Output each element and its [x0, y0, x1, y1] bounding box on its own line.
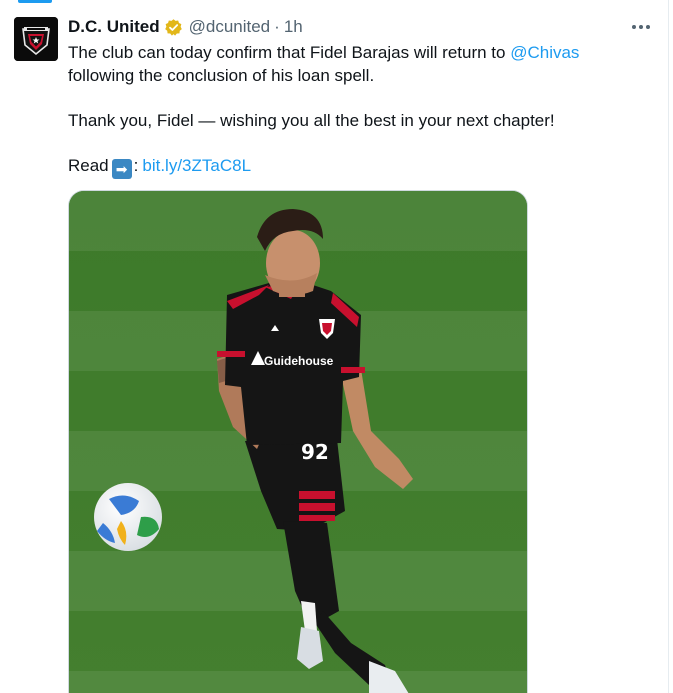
read-label: Read	[68, 156, 109, 175]
active-tab-indicator	[18, 0, 52, 3]
tweet-text-line: Thank you, Fidel — wishing you all the b…	[68, 111, 555, 130]
right-arrow-emoji-icon: ➡	[111, 159, 132, 179]
player-photo: Guidehouse 92	[69, 191, 527, 693]
jersey-number: 92	[301, 440, 329, 464]
user-handle[interactable]: @dcunited	[189, 17, 271, 37]
tweet-text-line: following the conclusion of his loan spe…	[68, 66, 375, 85]
sponsor-text: Guidehouse	[264, 354, 334, 368]
short-link[interactable]: bit.ly/3ZTaC8L	[142, 156, 251, 175]
soccer-ball-icon	[94, 483, 162, 551]
display-name[interactable]: D.C. United	[68, 17, 160, 37]
tweet-read-line: Read ➡: bit.ly/3ZTaC8L	[68, 154, 251, 179]
separator-dot: ·	[274, 17, 280, 36]
verified-badge-icon[interactable]	[164, 18, 183, 37]
colon: :	[133, 156, 139, 175]
tweet-header: D.C. United @dcunited · 1h	[68, 16, 303, 38]
tweet-text-line: The club can today confirm that Fidel Ba…	[68, 41, 579, 64]
tweet-text-segment: The club can today confirm that Fidel Ba…	[68, 43, 511, 62]
dc-united-logo-icon	[14, 17, 58, 61]
column-divider	[668, 0, 669, 693]
tweet-media-image[interactable]: Guidehouse 92	[68, 190, 528, 693]
timestamp[interactable]: 1h	[284, 17, 303, 37]
avatar[interactable]	[14, 17, 58, 61]
more-options-icon[interactable]	[630, 17, 652, 37]
mention-link[interactable]: @Chivas	[510, 43, 579, 62]
